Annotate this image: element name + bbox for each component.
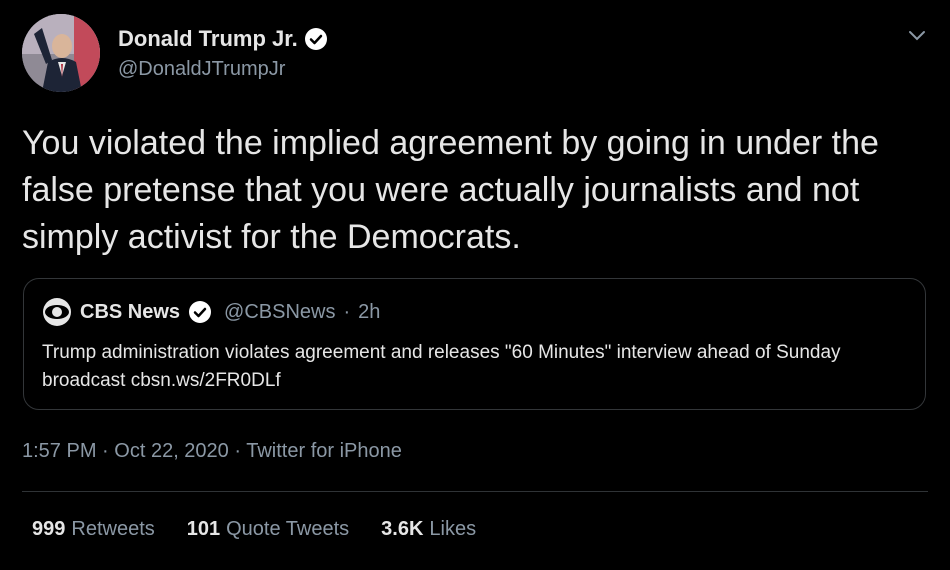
quote-tweets-stat[interactable]: 101 Quote Tweets <box>187 518 349 541</box>
tweet-text: You violated the implied agreement by go… <box>22 124 879 256</box>
quoted-separator: · <box>343 300 351 323</box>
likes-label: Likes <box>429 518 477 540</box>
quotes-label: Quote Tweets <box>226 518 350 540</box>
quoted-author-handle: @CBSNews <box>224 300 336 323</box>
quoted-tweet-header: CBS News @CBSNews · 2h <box>42 297 380 327</box>
retweets-label: Retweets <box>71 518 155 540</box>
retweets-count: 999 <box>32 518 66 540</box>
meta-separator: · <box>102 440 109 462</box>
likes-count: 3.6K <box>381 518 424 540</box>
tweet-source[interactable]: Twitter for iPhone <box>246 440 402 462</box>
cbs-eye-logo-icon <box>43 298 71 326</box>
tweet-stats: 999 Retweets 101 Quote Tweets 3.6K Likes <box>32 518 476 541</box>
quoted-tweet[interactable]: CBS News @CBSNews · 2h Trump administrat… <box>23 278 926 410</box>
author-name[interactable]: Donald Trump Jr. <box>118 26 298 52</box>
author-name-row[interactable]: Donald Trump Jr. <box>118 26 328 52</box>
retweets-stat[interactable]: 999 Retweets <box>32 518 155 541</box>
avatar-image <box>22 14 100 92</box>
author-handle[interactable]: @DonaldJTrumpJr <box>118 58 285 81</box>
quotes-count: 101 <box>186 518 221 540</box>
quoted-tweet-text: Trump administration violates agreement … <box>42 342 841 391</box>
verified-badge-icon <box>189 301 212 323</box>
tweet-time[interactable]: 1:57 PM <box>22 440 96 462</box>
chevron-down-icon[interactable] <box>906 24 928 46</box>
likes-stat[interactable]: 3.6K Likes <box>381 518 476 541</box>
divider <box>22 491 928 492</box>
tweet-meta: 1:57 PM · Oct 22, 2020 · Twitter for iPh… <box>22 440 402 463</box>
quoted-age: 2h <box>358 300 381 323</box>
tweet-date[interactable]: Oct 22, 2020 <box>114 440 229 462</box>
avatar[interactable] <box>22 14 100 92</box>
meta-separator: · <box>234 440 242 462</box>
verified-badge-icon <box>304 28 327 50</box>
quoted-author-name: CBS News <box>80 300 181 323</box>
